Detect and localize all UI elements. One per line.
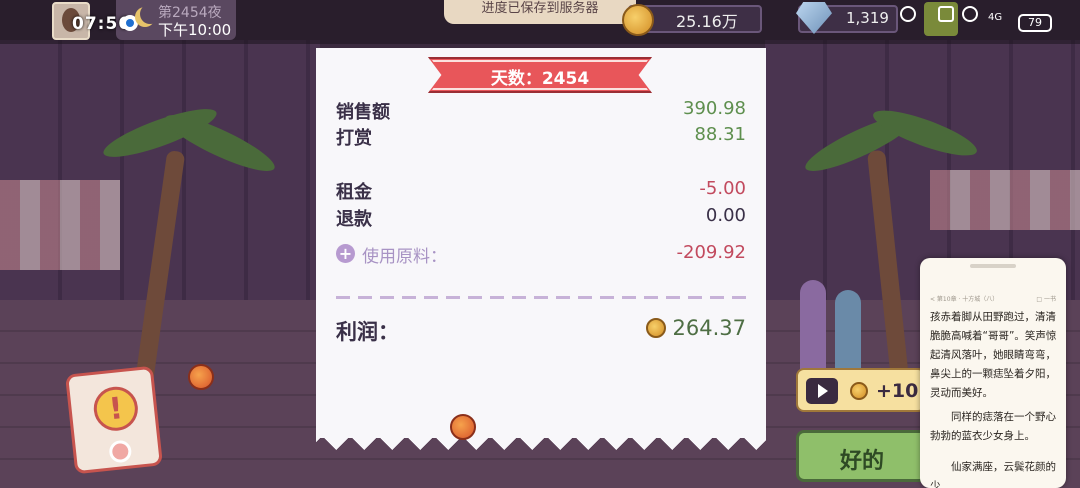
coin-value: 25.16万 [676, 12, 738, 31]
receipt-row-refund: 退款 0.00 [336, 205, 746, 230]
bluetooth-icon [938, 6, 954, 22]
chapter-title: < 第10章 · 十方城（八） [930, 296, 999, 303]
row-value: 88.31 [694, 124, 746, 145]
row-label: 退款 [336, 209, 372, 230]
game-time: 下午10:00 [158, 21, 232, 39]
reader-header: < 第10章 · 十方城（八） □ 一书 [930, 294, 1056, 303]
exclamation-icon: ! [91, 384, 141, 433]
row-value: 0.00 [705, 205, 746, 226]
receipt-divider [336, 296, 746, 299]
progress-saved-banner: 进度已保存到服务器 [444, 0, 636, 24]
profit-label: 利润： [336, 320, 399, 344]
tip-coin-icon[interactable] [188, 364, 214, 390]
materials-value: -209.92 [676, 242, 746, 263]
row-label: 打赏 [336, 128, 372, 149]
alarm-icon [900, 6, 916, 22]
coin-icon [646, 318, 666, 338]
row-label: 销售额 [336, 102, 390, 123]
reader-paragraph: 孩赤着脚从田野跑过，清清脆脆高喊着“哥哥”。笑声惊起清风落叶，她眼睛弯弯，鼻尖上… [930, 311, 1057, 399]
wifi-icon [962, 6, 978, 22]
receipt-row-sales: 销售额 390.98 [336, 98, 746, 123]
row-value: 390.98 [683, 98, 746, 119]
reader-paragraph: 仙家满座，云鬓花颜的少 [930, 461, 1056, 488]
record-icon [122, 15, 138, 31]
notification-dot-icon [108, 439, 133, 464]
day-ribbon: 天数：2454 [428, 57, 652, 93]
receipt-row-rent: 租金 -5.00 [336, 178, 746, 203]
gem-value: 1,319 [846, 9, 889, 27]
tip-coin-icon[interactable] [450, 414, 476, 440]
profit-value: 264.37 [672, 316, 746, 340]
coin-icon [622, 4, 654, 36]
coin-icon [850, 382, 868, 400]
moon-icon [140, 4, 160, 24]
network-type: 4G [988, 12, 1003, 23]
watch-ad-button[interactable]: +10 [796, 368, 926, 412]
top-status-bar: 07:56 第2454夜 下午10:00 进度已保存到服务器 25.16万 1,… [0, 0, 1080, 44]
materials-label: 使用原料： [362, 247, 447, 267]
floating-reader-window[interactable]: < 第10章 · 十方城（八） □ 一书 孩赤着脚从田野跑过，清清脆脆高喊着“哥… [920, 258, 1066, 488]
row-label: 租金 [336, 182, 372, 203]
day-label: 天数：2454 [490, 69, 590, 89]
expand-plus-icon[interactable]: + [336, 244, 355, 263]
battery-icon: 79 [1018, 14, 1052, 32]
drag-handle[interactable] [970, 264, 1016, 268]
receipt-row-tips: 打赏 88.31 [336, 124, 746, 149]
reader-paragraph: 同样的痣落在一个野心勃勃的蓝衣少女身上。 [930, 411, 1056, 442]
book-label: □ 一书 [1036, 296, 1056, 303]
alert-card[interactable]: ! [65, 365, 163, 475]
awning-left [0, 180, 120, 270]
ok-button[interactable]: 好的 [796, 430, 928, 482]
receipt-row-materials[interactable]: + 使用原料： -209.92 [336, 242, 746, 267]
awning-right [930, 170, 1080, 230]
play-video-icon [806, 378, 838, 404]
ad-reward-label: +10 [876, 380, 919, 402]
ok-button-label: 好的 [839, 449, 884, 474]
row-value: -5.00 [699, 178, 746, 199]
